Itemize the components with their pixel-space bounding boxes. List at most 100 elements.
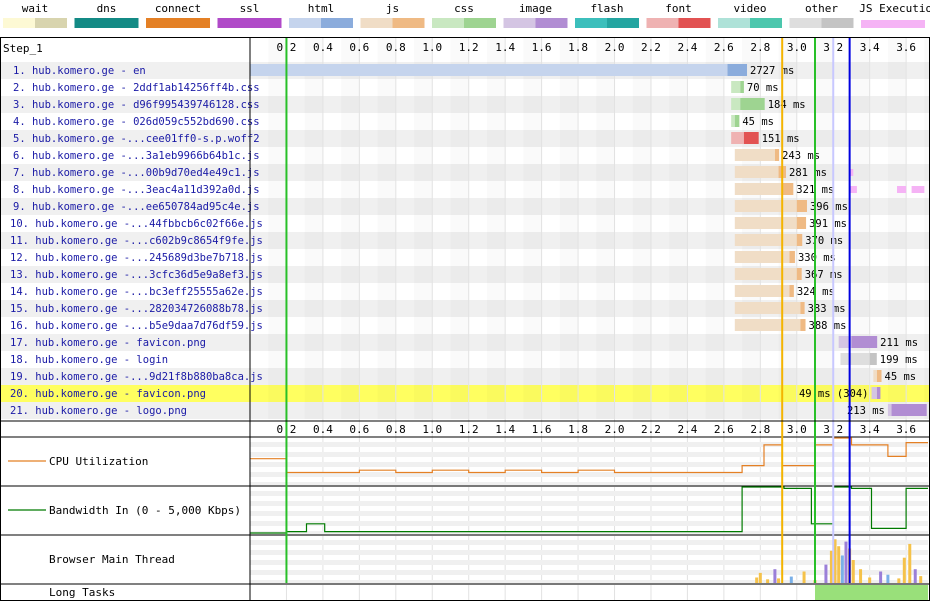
main-thread-label: Browser Main Thread — [49, 553, 175, 566]
legend-label-image: image — [519, 2, 552, 15]
grid-band — [305, 38, 323, 419]
panel-stripe — [250, 462, 928, 467]
grid-band — [596, 38, 614, 419]
legend-label-connect: connect — [155, 2, 201, 15]
main-thread-bar — [840, 555, 844, 583]
request-duration: 2727 ms — [750, 65, 794, 77]
request-bar-font — [731, 132, 744, 144]
x-tick-label: 3.0 — [787, 41, 807, 54]
main-thread-bar — [851, 560, 855, 583]
long-tasks-panel: Long Tasks — [0, 583, 930, 601]
main-thread-bar — [789, 576, 793, 583]
x-tick-label: 3.4 — [860, 423, 880, 436]
grid-band — [633, 38, 651, 419]
request-bar-js — [734, 319, 801, 331]
x-tick-label: 2.8 — [750, 41, 770, 54]
legend-swatch-accent-flash — [607, 18, 639, 28]
long-tasks-label: Long Tasks — [49, 586, 115, 599]
request-bar-css — [731, 81, 741, 93]
main-thread-bar — [755, 577, 759, 583]
main-thread-bar — [868, 577, 872, 583]
request-url-link[interactable]: 6. hub.komero.ge -...3a1eb9966b64b1c.js — [13, 150, 260, 162]
grid-band — [450, 38, 468, 419]
js-execution-mark — [897, 186, 907, 193]
main-thread-bar — [837, 546, 841, 583]
cpu-utilization-panel: CPU Utilization — [0, 436, 930, 487]
request-url-link[interactable]: 14. hub.komero.ge -...bc3eff25555a62e.js — [10, 286, 263, 298]
legend-label-wait: wait — [22, 2, 49, 15]
request-url-link[interactable]: 21. hub.komero.ge - logo.png — [10, 405, 187, 417]
request-duration: 330 ms — [798, 252, 836, 264]
request-url-link[interactable]: 1. hub.komero.ge - en — [13, 65, 146, 77]
request-bar-download — [796, 200, 807, 212]
request-url-link[interactable]: 16. hub.komero.ge -...b5e9daa7d76df59.js — [10, 320, 263, 332]
main-thread-bar — [802, 571, 806, 583]
x-tick-label: 2.4 — [677, 41, 697, 54]
x-tick-label: 0.6 — [349, 41, 369, 54]
request-duration: 383 ms — [808, 303, 846, 315]
legend-label-css: css — [454, 2, 474, 15]
request-bar-download — [734, 115, 740, 127]
request-bar-download — [789, 251, 795, 263]
request-duration: 70 ms — [747, 82, 779, 94]
request-bar-js — [734, 302, 801, 314]
js-execution-mark — [911, 186, 925, 193]
grid-band — [560, 38, 578, 419]
request-duration: 281 ms — [789, 167, 827, 179]
request-url-link[interactable]: 13. hub.komero.ge -...3cfc36d5e9a8ef3.js — [10, 269, 263, 281]
x-tick-label: 3.6 — [896, 423, 916, 436]
request-bar-image — [871, 387, 877, 399]
request-url-link[interactable]: 12. hub.komero.ge -...245689d3be7b718.js — [10, 252, 263, 264]
request-bar-js — [873, 370, 877, 382]
waterfall-chart: wait dns connect ssl html js css image flash font… — [0, 2, 930, 601]
request-bar-download — [800, 302, 805, 314]
x-tick-label: 0.6 — [349, 423, 369, 436]
main-thread-bar — [824, 564, 828, 583]
long-task-block — [815, 585, 928, 601]
main-thread-bar — [879, 571, 883, 583]
request-duration: 45 ms — [885, 371, 917, 383]
x-tick-label: 0.8 — [386, 41, 406, 54]
request-url-link[interactable]: 19. hub.komero.ge -...9d21f8b880ba8ca.js — [10, 371, 263, 383]
legend-swatch-accent-image — [535, 18, 568, 28]
main-thread-bar — [844, 541, 848, 583]
request-bar-download — [743, 132, 759, 144]
grid-band — [706, 38, 724, 419]
x-tick-label: 1.6 — [532, 423, 552, 436]
panel-stripe — [250, 452, 928, 457]
x-tick-label: 1.8 — [568, 41, 588, 54]
request-url-link[interactable]: 15. hub.komero.ge -...282034726088b78.js — [10, 303, 263, 315]
request-url-link[interactable]: 11. hub.komero.ge -...c602b9c8654f9fe.js — [10, 235, 263, 247]
request-bar-download — [774, 149, 780, 161]
request-url-link[interactable]: 7. hub.komero.ge -...00b9d70ed4e49c1.js — [13, 167, 260, 179]
grid-band — [414, 38, 432, 419]
request-url-link[interactable]: 8. hub.komero.ge -...3eac4a11d392a0d.js — [13, 184, 260, 196]
x-tick-label: 0.8 — [386, 423, 406, 436]
request-url-link[interactable]: 3. hub.komero.ge - d96f995439746128.css — [13, 99, 260, 111]
request-url-link[interactable]: 18. hub.komero.ge - login — [10, 354, 168, 366]
request-bar-js — [734, 166, 779, 178]
request-bar-download — [796, 217, 807, 229]
panel-stripe — [250, 550, 928, 555]
request-url-link[interactable]: 9. hub.komero.ge -...ee650784ad95c4e.js — [13, 201, 260, 213]
request-url-link[interactable]: 17. hub.komero.ge - favicon.png — [10, 337, 206, 349]
request-bar-download — [851, 336, 878, 348]
main-thread-bar — [897, 578, 901, 583]
x-tick-label: 2.2 — [641, 41, 661, 54]
cpu-label: CPU Utilization — [49, 455, 148, 468]
legend-label-ssl: ssl — [240, 2, 260, 15]
x-tick-label: 2.0 — [605, 423, 625, 436]
request-url-link[interactable]: 5. hub.komero.ge -...cee01ff0-s.p.woff2 — [13, 133, 260, 145]
request-url-link[interactable]: 10. hub.komero.ge -...44fbbcb6c02f66e.js — [10, 218, 263, 230]
main-thread-bar — [773, 569, 777, 583]
x-tick-label: 2.6 — [714, 41, 734, 54]
legend-swatch-accent-ssl — [249, 18, 282, 28]
request-url-link[interactable]: 2. hub.komero.ge - 2ddf1ab14256ff4b.css — [13, 82, 260, 94]
request-duration: 370 ms — [805, 235, 843, 247]
request-url-link[interactable]: 4. hub.komero.ge - 026d059c552bd690.css — [13, 116, 260, 128]
request-url-link[interactable]: 20. hub.komero.ge - favicon.png — [10, 388, 206, 400]
x-tick-label: 2.0 — [605, 41, 625, 54]
legend-label-html: html — [308, 2, 335, 15]
legend: wait dns connect ssl html js css image flash font… — [3, 2, 930, 28]
legend-label-other: other — [805, 2, 838, 15]
